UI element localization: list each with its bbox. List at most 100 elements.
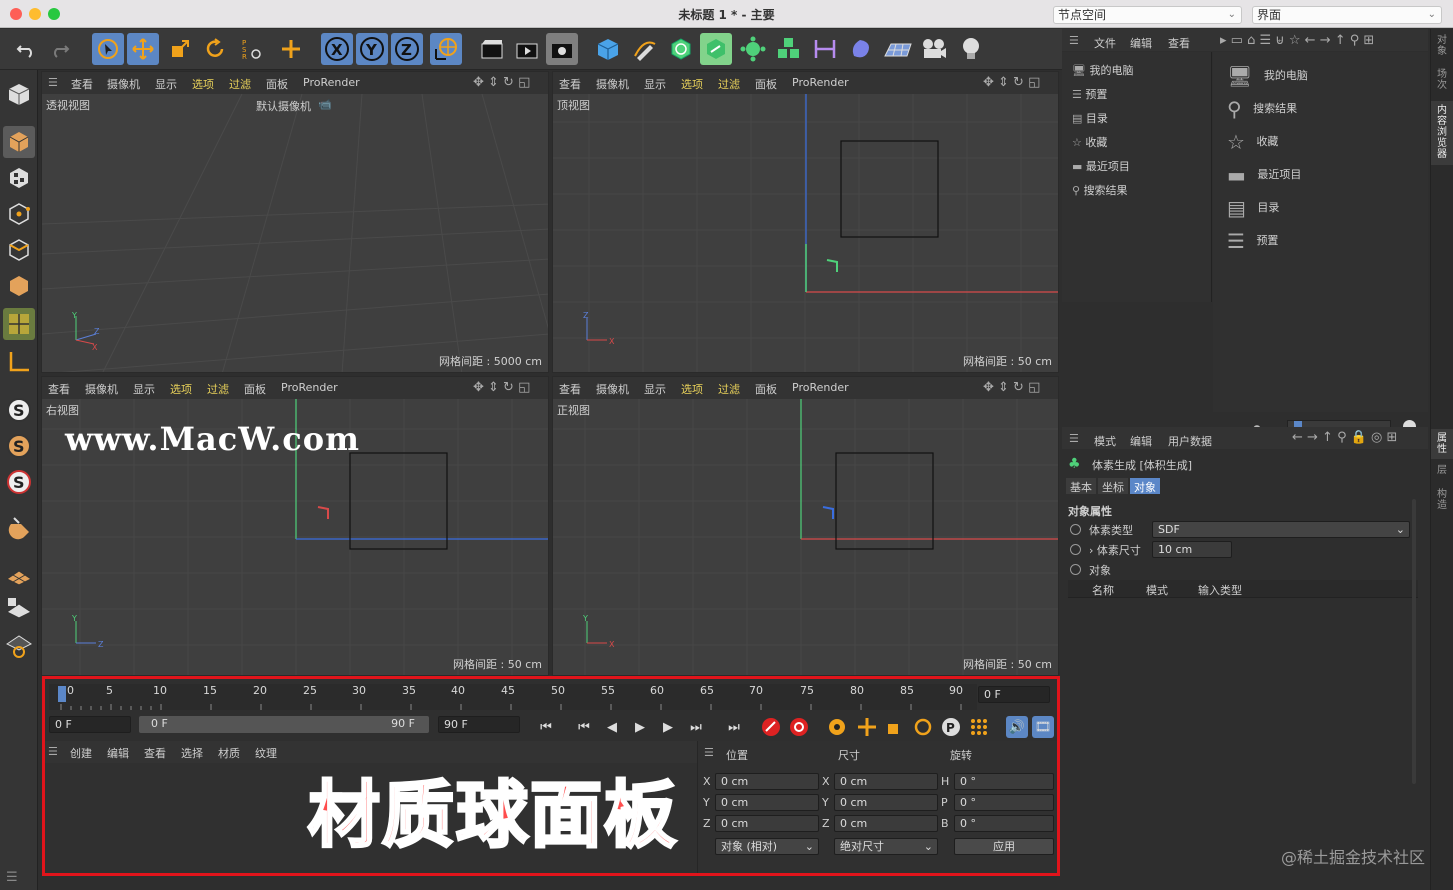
preview-range-slider[interactable]: 0 F 90 F xyxy=(139,716,429,733)
menu-prorender[interactable]: ProRender xyxy=(281,381,338,394)
menu-camera[interactable]: 摄像机 xyxy=(107,76,140,92)
hamburger-icon[interactable]: ☰ xyxy=(1069,432,1079,445)
points-mode-button[interactable] xyxy=(3,198,35,230)
list-item-recent[interactable]: ▬ 最近项目 xyxy=(1227,163,1301,187)
magnet-tool-button[interactable] xyxy=(3,512,35,544)
menu-camera[interactable]: 摄像机 xyxy=(596,381,629,397)
attr-scrollbar[interactable] xyxy=(1412,499,1416,784)
hamburger-icon[interactable]: ☰ xyxy=(1069,34,1079,47)
apply-button[interactable]: 应用 xyxy=(954,838,1054,855)
menu-filter[interactable]: 过滤 xyxy=(207,381,229,397)
coord-mode-select[interactable]: 对象 (相对) ⌄ xyxy=(715,838,819,855)
attr-menu-mode[interactable]: 模式 xyxy=(1094,433,1116,449)
menu-prorender[interactable]: ProRender xyxy=(792,76,849,89)
playhead[interactable] xyxy=(58,686,66,702)
perspective-viewport[interactable]: ☰ 查看 摄像机 显示 选项 过滤 面板 ProRender ✥ ⇕ ↻ ◱ 透… xyxy=(41,71,549,373)
material-menu-material[interactable]: 材质 xyxy=(218,745,240,761)
viewport-nav-icons[interactable]: ✥ ⇕ ↻ ◱ xyxy=(983,380,1040,395)
rotation-p-field[interactable]: 0 ° xyxy=(954,794,1054,811)
viewport-nav-icons[interactable]: ✥ ⇕ ↻ ◱ xyxy=(473,75,530,90)
model-mode-button[interactable] xyxy=(3,126,35,158)
voxel-size-field[interactable]: 10 cm xyxy=(1152,541,1232,558)
menu-display[interactable]: 显示 xyxy=(155,76,177,92)
list-item-presets[interactable]: ☰ 预置 xyxy=(1227,229,1278,253)
attr-nav-icons[interactable]: ← → ↑ ⚲ 🔒 ◎ ⊞ xyxy=(1292,430,1397,445)
menu-prorender[interactable]: ProRender xyxy=(792,381,849,394)
extrude-generator-button[interactable] xyxy=(700,33,732,65)
side-tab-takes[interactable]: 场次 xyxy=(1437,69,1449,91)
start-frame-field[interactable]: 0 F xyxy=(49,716,131,733)
menu-view[interactable]: 查看 xyxy=(559,381,581,397)
pen-spline-button[interactable] xyxy=(629,33,661,65)
autokey-icon[interactable] xyxy=(788,716,810,738)
menu-options[interactable]: 选项 xyxy=(192,76,214,92)
select-tool-button[interactable] xyxy=(92,33,124,65)
menu-view[interactable]: 查看 xyxy=(48,381,70,397)
tree-item-favorites[interactable]: ☆ 收藏 xyxy=(1072,134,1107,150)
hamburger-icon[interactable]: ☰ xyxy=(48,745,58,758)
front-viewport[interactable]: 查看 摄像机 显示 选项 过滤 面板 ProRender ✥ ⇕ ↻ ◱ 正视图… xyxy=(552,376,1059,676)
rotation-h-field[interactable]: 0 ° xyxy=(954,773,1054,790)
rotate-tool-button[interactable] xyxy=(199,33,231,65)
render-picture-viewer-button[interactable] xyxy=(511,33,543,65)
key-position-icon[interactable] xyxy=(856,716,878,738)
render-settings-button[interactable] xyxy=(546,33,578,65)
attr-menu-edit[interactable]: 编辑 xyxy=(1130,433,1152,449)
floor-object-button[interactable] xyxy=(882,33,914,65)
prev-key-icon[interactable]: ⏮ xyxy=(573,716,595,738)
attr-tab-basic[interactable]: 基本 xyxy=(1066,478,1096,494)
camera-object-button[interactable] xyxy=(918,33,950,65)
attr-tab-coord[interactable]: 坐标 xyxy=(1098,478,1128,494)
menu-panel[interactable]: 面板 xyxy=(755,381,777,397)
material-menu-texture[interactable]: 纹理 xyxy=(255,745,277,761)
list-item-favorites[interactable]: ☆ 收藏 xyxy=(1227,130,1278,154)
menu-filter[interactable]: 过滤 xyxy=(229,76,251,92)
menu-panel[interactable]: 面板 xyxy=(266,76,288,92)
y-axis-lock-button[interactable]: Y xyxy=(356,33,388,65)
list-item-computer[interactable]: 🖥 我的电脑 xyxy=(1227,64,1308,88)
browser-menu-edit[interactable]: 编辑 xyxy=(1130,35,1152,51)
menu-view[interactable]: 查看 xyxy=(559,76,581,92)
film-strip-icon[interactable]: 🎞 xyxy=(1032,716,1054,738)
node-space-select[interactable]: 节点空间 ⌄ xyxy=(1053,6,1242,24)
axis-mode-button[interactable] xyxy=(3,346,35,378)
side-tab-attributes[interactable]: 属性 xyxy=(1431,429,1453,459)
menu-display[interactable]: 显示 xyxy=(644,381,666,397)
deformer-button[interactable] xyxy=(845,33,877,65)
end-frame-field[interactable]: 90 F xyxy=(438,716,520,733)
layout-select[interactable]: 界面 ⌄ xyxy=(1252,6,1442,24)
sound-icon[interactable]: 🔊 xyxy=(1006,716,1028,738)
menu-panel[interactable]: 面板 xyxy=(755,76,777,92)
top-viewport[interactable]: 查看 摄像机 显示 选项 过滤 面板 ProRender ✥ ⇕ ↻ ◱ 顶视图… xyxy=(552,71,1059,373)
cube-object-button[interactable] xyxy=(592,33,624,65)
undo-button[interactable] xyxy=(10,33,42,65)
psr-tool-button[interactable]: PSR xyxy=(236,33,268,65)
go-to-end-icon[interactable]: ⏭ xyxy=(723,716,745,738)
z-axis-lock-button[interactable]: Z xyxy=(391,33,423,65)
voxel-type-select[interactable]: SDF ⌄ xyxy=(1152,521,1410,538)
menu-display[interactable]: 显示 xyxy=(133,381,155,397)
next-key-icon[interactable]: ⏭ xyxy=(685,716,707,738)
tree-item-computer[interactable]: 🖥 我的电脑 xyxy=(1072,62,1133,78)
texture-mode-button[interactable] xyxy=(3,162,35,194)
edges-mode-button[interactable] xyxy=(3,234,35,266)
menu-filter[interactable]: 过滤 xyxy=(718,381,740,397)
light-object-button[interactable] xyxy=(955,33,987,65)
record-keys-icon[interactable] xyxy=(760,716,782,738)
side-tab-structure[interactable]: 构造 xyxy=(1437,489,1449,511)
material-menu-edit[interactable]: 编辑 xyxy=(107,745,129,761)
position-y-field[interactable]: 0 cm xyxy=(715,794,819,811)
viewport-nav-icons[interactable]: ✥ ⇕ ↻ ◱ xyxy=(983,75,1040,90)
key-pla-icon[interactable] xyxy=(968,716,990,738)
go-to-start-icon[interactable]: ⏮ xyxy=(535,716,557,738)
cloner-button[interactable] xyxy=(737,33,769,65)
locked-workplane-button[interactable] xyxy=(3,592,35,624)
browser-toolbar-icons[interactable]: ▸ ▭ ⌂ ☰ ⊌ ☆ ← → ↑ ⚲ ⊞ xyxy=(1220,33,1374,48)
menu-prorender[interactable]: ProRender xyxy=(303,76,360,89)
polygons-mode-button[interactable] xyxy=(3,270,35,302)
animate-radio-icon[interactable] xyxy=(1070,544,1081,555)
list-item-catalog[interactable]: ▤ 目录 xyxy=(1227,196,1279,220)
make-editable-button[interactable] xyxy=(3,78,35,110)
menu-panel[interactable]: 面板 xyxy=(244,381,266,397)
position-x-field[interactable]: 0 cm xyxy=(715,773,819,790)
